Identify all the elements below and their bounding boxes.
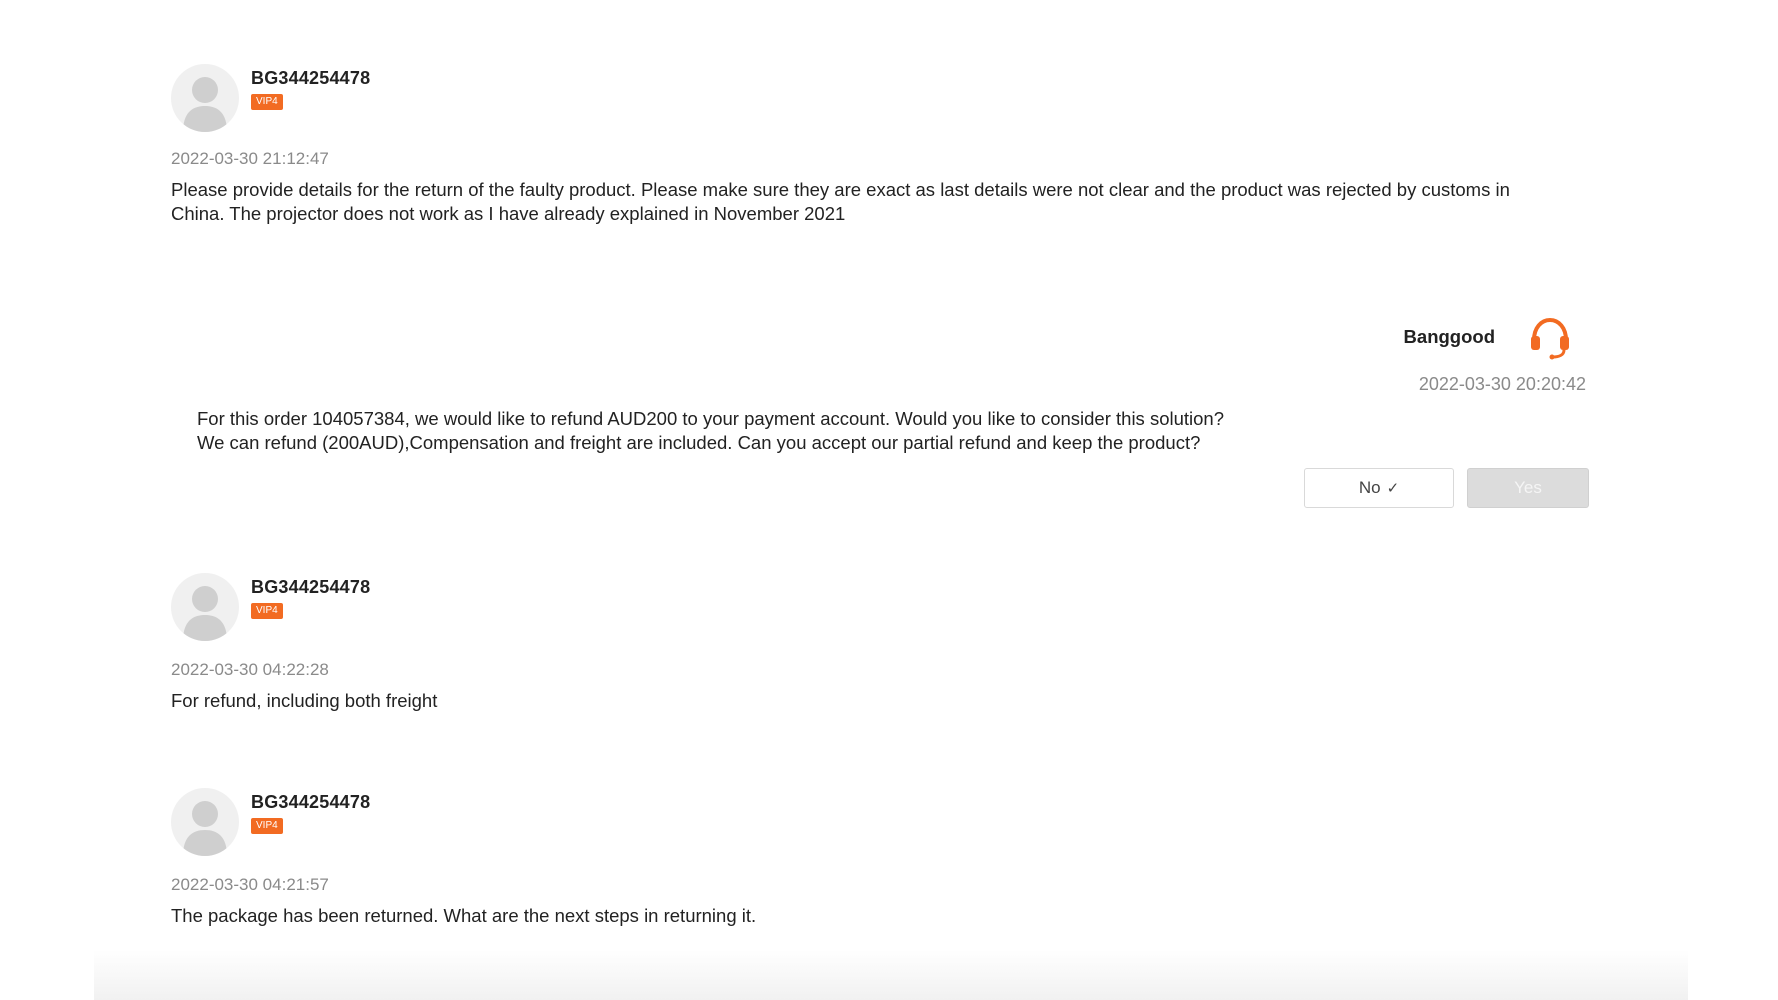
avatar — [171, 788, 239, 856]
support-text-line: We can refund (200AUD),Compensation and … — [197, 432, 1201, 453]
user-message: BG344254478 VIP4 2022-03-30 21:12:47 Ple… — [171, 64, 1611, 226]
user-silhouette-icon — [183, 801, 227, 856]
username: BG344254478 — [251, 68, 371, 88]
vip-badge: VIP4 — [251, 818, 283, 834]
vip-badge: VIP4 — [251, 603, 283, 619]
user-silhouette-icon — [183, 586, 227, 641]
support-text-line: For this order 104057384, we would like … — [197, 408, 1224, 429]
message-timestamp: 2022-03-30 04:22:28 — [171, 660, 329, 679]
yes-button[interactable]: Yes — [1467, 468, 1589, 508]
support-message-text: For this order 104057384, we would like … — [197, 407, 1497, 455]
support-timestamp: 2022-03-30 20:20:42 — [1418, 374, 1586, 394]
username: BG344254478 — [251, 577, 371, 597]
no-button-label: No — [1358, 478, 1381, 497]
user-message: BG344254478 VIP4 2022-03-30 04:21:57 The… — [171, 788, 1611, 928]
user-meta: BG344254478 VIP4 — [251, 573, 370, 619]
message-header: BG344254478 VIP4 — [171, 64, 1611, 132]
avatar — [171, 573, 239, 641]
user-silhouette-icon — [183, 77, 227, 132]
bottom-fade — [94, 950, 1688, 1000]
message-header: BG344254478 VIP4 — [171, 573, 1611, 641]
message-text-line: China. The projector does not work as I … — [171, 203, 846, 224]
message-timestamp: 2022-03-30 21:12:47 — [171, 149, 329, 168]
username: BG344254478 — [251, 792, 371, 812]
user-meta: BG344254478 VIP4 — [251, 64, 370, 110]
no-button[interactable]: No ✓ — [1304, 468, 1454, 508]
user-message: BG344254478 VIP4 2022-03-30 04:22:28 For… — [171, 573, 1611, 713]
check-icon: ✓ — [1386, 480, 1400, 497]
message-text: Please provide details for the return of… — [171, 178, 1611, 226]
message-text-line: Please provide details for the return of… — [171, 179, 1510, 200]
yes-button-label: Yes — [1514, 478, 1542, 497]
support-header: Banggood — [1404, 314, 1573, 360]
user-meta: BG344254478 VIP4 — [251, 788, 370, 834]
headset-icon — [1527, 314, 1573, 360]
avatar — [171, 64, 239, 132]
vip-badge: VIP4 — [251, 94, 283, 110]
message-header: BG344254478 VIP4 — [171, 788, 1611, 856]
support-name: Banggood — [1403, 326, 1495, 347]
message-text: For refund, including both freight — [171, 690, 438, 711]
message-timestamp: 2022-03-30 04:21:57 — [171, 875, 329, 894]
conversation-thread: BG344254478 VIP4 2022-03-30 21:12:47 Ple… — [0, 0, 1778, 1000]
message-text: The package has been returned. What are … — [171, 905, 757, 926]
